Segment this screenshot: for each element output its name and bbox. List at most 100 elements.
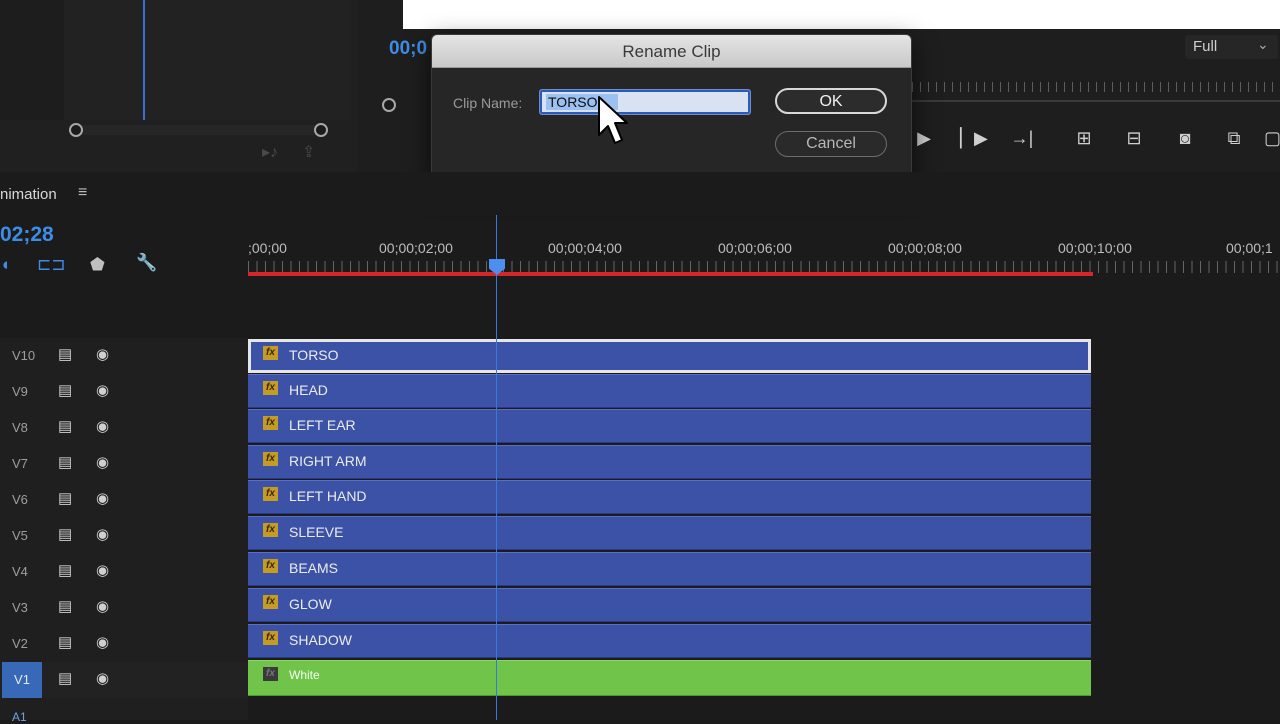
menu-icon[interactable]: ≡ — [78, 184, 87, 202]
dialog-title: Rename Clip — [622, 42, 721, 61]
extract-icon[interactable]: ⊟ — [1120, 128, 1148, 149]
insert-audio-icon[interactable]: ▸♪ — [262, 142, 278, 162]
track-label: V5 — [12, 528, 28, 543]
sync-lock-icon[interactable]: ▤ — [58, 561, 72, 579]
eye-icon[interactable]: ◉ — [96, 345, 109, 363]
ruler-label: 00;00;04;00 — [548, 240, 622, 256]
eye-icon[interactable]: ◉ — [96, 381, 109, 399]
playhead-line[interactable] — [496, 215, 497, 720]
eye-icon[interactable]: ◉ — [96, 597, 109, 615]
export-frame-icon[interactable]: ⇪ — [302, 142, 315, 162]
sequence-title[interactable]: nimation — [0, 186, 57, 203]
sync-lock-icon[interactable]: ▤ — [58, 633, 72, 651]
track-header-v10[interactable]: V10 ▤ ◉ — [0, 338, 248, 375]
track-label: V7 — [12, 456, 28, 471]
fx-badge: fx — [263, 487, 278, 501]
clip-white[interactable]: fx White — [248, 660, 1091, 696]
clip-beams[interactable]: fx BEAMS — [248, 552, 1091, 586]
button-editor-icon[interactable]: ▢ — [1264, 128, 1280, 149]
track-header-v8[interactable]: V8 ▤ ◉ — [0, 410, 248, 447]
ruler-label: 00;00;1 — [1226, 240, 1273, 256]
sync-lock-icon[interactable]: ▤ — [58, 597, 72, 615]
clip-shadow[interactable]: fx SHADOW — [248, 624, 1091, 658]
source-monitor-left — [0, 0, 65, 120]
program-timecode[interactable]: 00;0 — [389, 38, 427, 60]
cursor-icon — [598, 96, 628, 144]
track-header-v7[interactable]: V7 ▤ ◉ — [0, 446, 248, 483]
source-zoom-handle-right[interactable] — [314, 123, 328, 137]
sync-lock-icon[interactable]: ▤ — [58, 381, 72, 399]
source-zoom-handle-left[interactable] — [69, 123, 83, 137]
source-monitor-view — [64, 0, 350, 120]
clip-label: White — [289, 668, 320, 682]
clip-right-arm[interactable]: fx RIGHT ARM — [248, 445, 1091, 479]
track-label: V2 — [12, 636, 28, 651]
marker-icon[interactable]: ⬟ — [90, 255, 105, 275]
track-label: V3 — [12, 600, 28, 615]
fx-badge: fx — [263, 559, 278, 573]
program-zoom-track[interactable] — [912, 100, 1280, 102]
camera-icon[interactable]: ◙ — [1171, 128, 1199, 149]
eye-icon[interactable]: ◉ — [96, 489, 109, 507]
clip-name-input[interactable]: TORSO — [539, 89, 751, 115]
clip-torso[interactable]: fx TORSO — [248, 339, 1091, 373]
program-monitor-frame — [403, 0, 1280, 29]
dialog-titlebar[interactable]: Rename Clip — [432, 35, 911, 68]
eye-icon[interactable]: ◉ — [96, 453, 109, 471]
sequence-timecode[interactable]: 02;28 — [0, 223, 54, 247]
track-header-v6[interactable]: V6 ▤ ◉ — [0, 482, 248, 519]
sync-lock-icon[interactable]: ▤ — [58, 669, 72, 687]
track-header-v4[interactable]: V4 ▤ ◉ — [0, 554, 248, 591]
source-zoom-scrollbar[interactable] — [76, 125, 321, 135]
ruler-label: ;00;00 — [248, 240, 287, 256]
eye-icon[interactable]: ◉ — [96, 417, 109, 435]
nest-icon[interactable]: ◖ — [0, 255, 10, 275]
play-icon[interactable]: ▶ — [910, 128, 938, 149]
fx-badge: fx — [263, 631, 278, 645]
cancel-button[interactable]: Cancel — [775, 131, 887, 157]
sync-lock-icon[interactable]: ▤ — [58, 453, 72, 471]
eye-icon[interactable]: ◉ — [96, 669, 109, 687]
sync-lock-icon[interactable]: ▤ — [58, 489, 72, 507]
eye-icon[interactable]: ◉ — [96, 633, 109, 651]
clip-left-hand[interactable]: fx LEFT HAND — [248, 480, 1091, 514]
lift-icon[interactable]: ⊞ — [1070, 128, 1098, 149]
clip-left-ear[interactable]: fx LEFT EAR — [248, 409, 1091, 443]
track-header-v1[interactable]: V1 ▤ ◉ — [0, 662, 248, 699]
source-playhead[interactable] — [143, 0, 145, 120]
fx-badge: fx — [263, 523, 278, 537]
track-header-v5[interactable]: V5 ▤ ◉ — [0, 518, 248, 555]
track-header-v9[interactable]: V9 ▤ ◉ — [0, 374, 248, 411]
clip-label: TORSO — [289, 347, 339, 363]
chevron-down-icon: ⌄ — [1257, 36, 1269, 52]
track-label: V9 — [12, 384, 28, 399]
go-to-out-icon[interactable]: →| — [1008, 128, 1036, 149]
fx-badge: fx — [263, 595, 278, 609]
clip-glow[interactable]: fx GLOW — [248, 588, 1091, 622]
track-header-v3[interactable]: V3 ▤ ◉ — [0, 590, 248, 627]
eye-icon[interactable]: ◉ — [96, 525, 109, 543]
zoom-level-select[interactable]: Full ⌄ — [1185, 35, 1278, 59]
sync-lock-icon[interactable]: ▤ — [58, 525, 72, 543]
work-area-bar[interactable] — [248, 272, 1093, 276]
compare-icon[interactable]: ⧉ — [1220, 128, 1248, 149]
clip-head[interactable]: fx HEAD — [248, 374, 1091, 408]
wrench-icon[interactable]: 🔧 — [136, 253, 157, 273]
snap-icon[interactable]: ⊏⊐ — [37, 255, 66, 275]
clip-sleeve[interactable]: fx SLEEVE — [248, 516, 1091, 550]
eye-icon[interactable]: ◉ — [96, 561, 109, 579]
track-header-v2[interactable]: V2 ▤ ◉ — [0, 626, 248, 663]
track-label[interactable]: V1 — [2, 662, 42, 698]
fx-badge: fx — [263, 452, 278, 466]
clip-label: RIGHT ARM — [289, 453, 367, 469]
timeline-header — [0, 172, 1280, 216]
sync-lock-icon[interactable]: ▤ — [58, 417, 72, 435]
program-zoom-handle[interactable] — [382, 98, 396, 112]
zoom-level-value: Full — [1193, 38, 1218, 55]
sync-lock-icon[interactable]: ▤ — [58, 345, 72, 363]
track-label: V4 — [12, 564, 28, 579]
clip-label: HEAD — [289, 382, 328, 398]
ok-button[interactable]: OK — [775, 88, 887, 114]
step-forward-icon[interactable]: ▏▶ — [960, 128, 988, 149]
track-header-a1[interactable]: A1 — [0, 698, 248, 724]
